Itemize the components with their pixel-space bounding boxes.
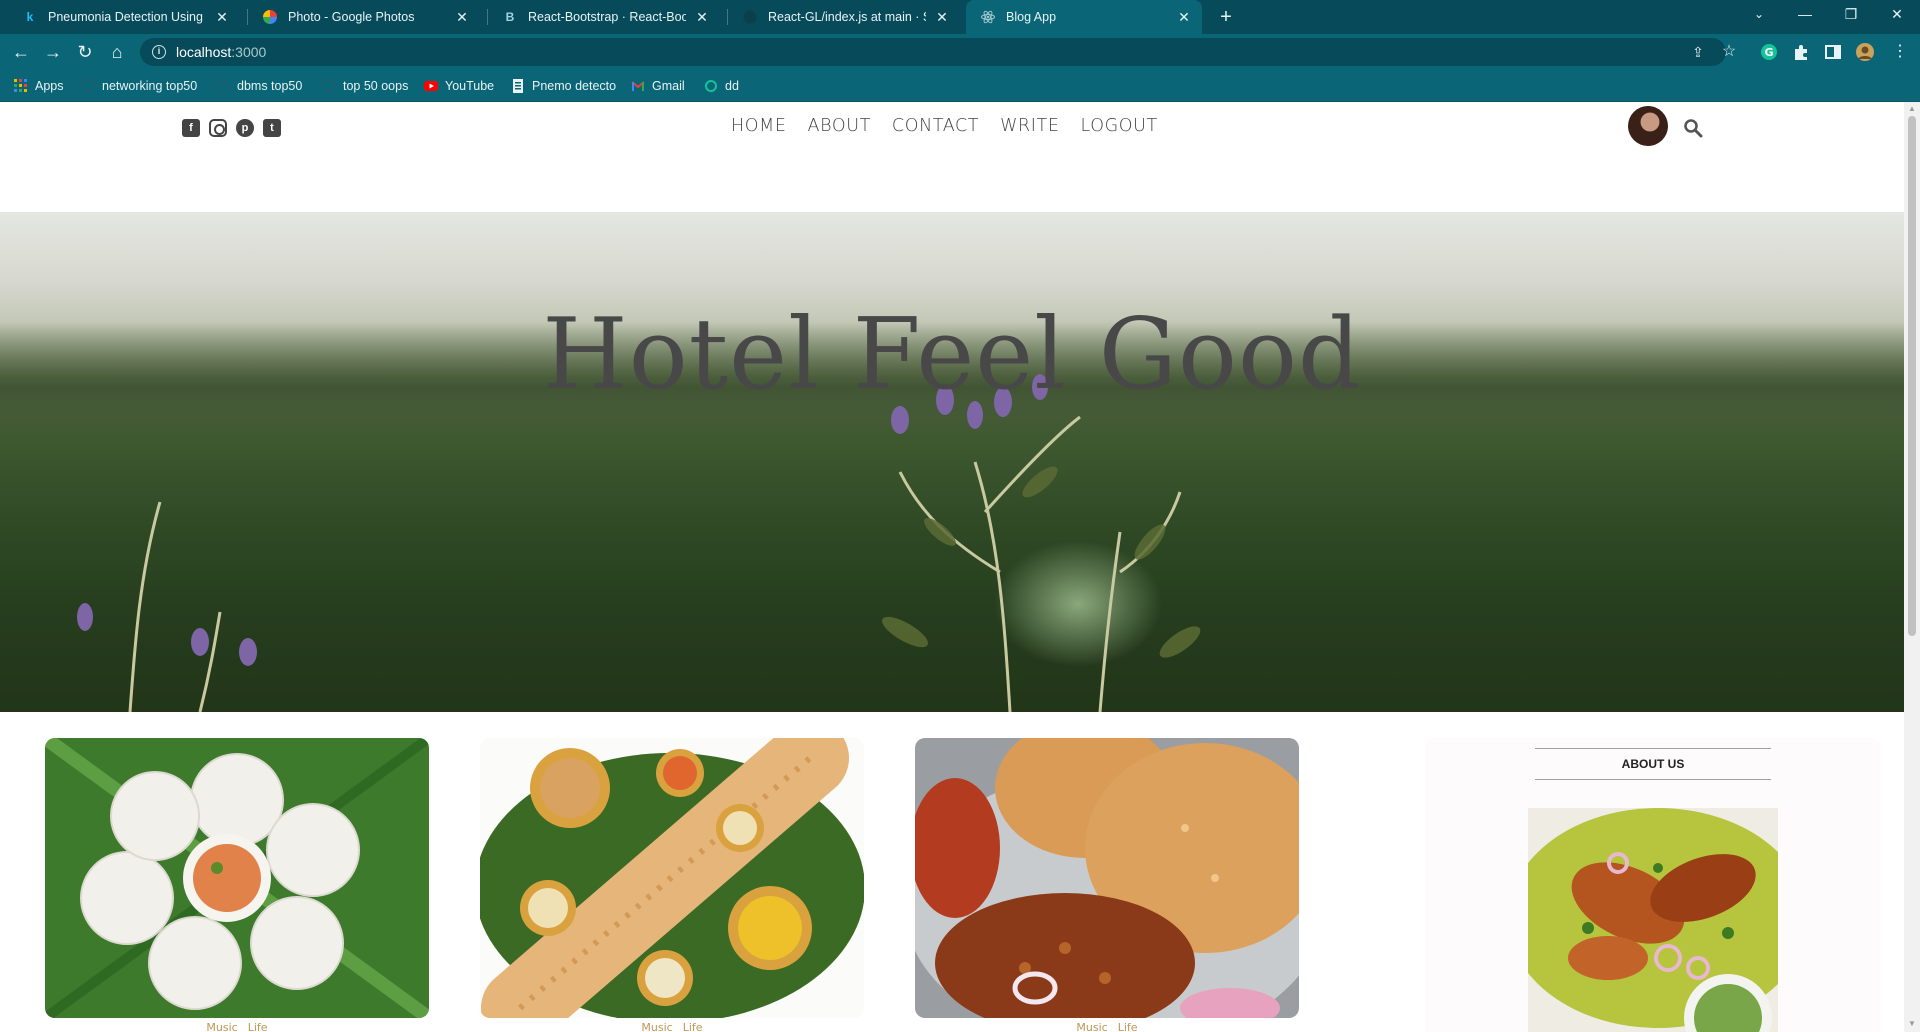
bookmark-dbms-top50[interactable]: dbms top50 bbox=[216, 78, 302, 94]
react-bootstrap-icon: B bbox=[505, 10, 515, 24]
reload-icon[interactable]: ↻ bbox=[73, 40, 97, 64]
extensions-puzzle-icon[interactable] bbox=[1792, 43, 1810, 61]
page-scrollbar[interactable]: ▲ ▼ bbox=[1904, 102, 1920, 1032]
bookmark-top-50-oops[interactable]: top 50 oops bbox=[322, 78, 408, 94]
document-icon bbox=[513, 79, 523, 93]
tab-react-bootstrap[interactable]: B React-Bootstrap · React-Bootstrap ✕ bbox=[488, 0, 720, 34]
sidebar-about-us: ABOUT US bbox=[1425, 738, 1880, 1032]
site-top-bar: f p t HOME ABOUT CONTACT WRITE LOGOUT bbox=[0, 102, 1904, 212]
twitter-icon[interactable]: t bbox=[263, 119, 281, 137]
category-tag[interactable]: Life bbox=[248, 1021, 268, 1032]
nav-contact-link[interactable]: CONTACT bbox=[892, 116, 979, 136]
address-bar[interactable]: i localhost:3000 bbox=[140, 38, 1726, 66]
blog-page: f p t HOME ABOUT CONTACT WRITE LOGOUT Ho… bbox=[0, 102, 1904, 1032]
tab-search-icon[interactable]: ⌄ bbox=[1736, 0, 1782, 30]
browser-toolbar: ← → ↻ ⌂ i localhost:3000 ⇪ ☆ G ⋮ bbox=[0, 34, 1920, 70]
post-categories: Music Life bbox=[480, 1021, 864, 1032]
globe-icon bbox=[216, 79, 230, 93]
back-icon[interactable]: ← bbox=[9, 40, 33, 64]
bookmark-gmail[interactable]: Gmail bbox=[631, 78, 685, 94]
forward-icon[interactable]: → bbox=[41, 40, 65, 64]
globe-icon bbox=[322, 79, 336, 93]
social-links: f p t bbox=[182, 119, 281, 137]
grammarly-extension-icon[interactable]: G bbox=[1760, 43, 1778, 61]
instagram-icon[interactable] bbox=[209, 119, 227, 137]
tab-blog-app[interactable]: Blog App ✕ bbox=[966, 0, 1202, 34]
close-tab-icon[interactable]: ✕ bbox=[1176, 9, 1192, 25]
gmail-icon bbox=[631, 81, 645, 91]
site-info-icon[interactable]: i bbox=[152, 45, 166, 59]
youtube-icon bbox=[424, 81, 438, 91]
search-icon[interactable] bbox=[1683, 118, 1703, 138]
category-tag[interactable]: Life bbox=[1118, 1021, 1138, 1032]
bookmark-dd[interactable]: dd bbox=[704, 78, 739, 94]
home-icon[interactable]: ⌂ bbox=[105, 40, 129, 64]
post-card[interactable]: Music Life bbox=[45, 738, 429, 1032]
close-tab-icon[interactable]: ✕ bbox=[934, 9, 950, 25]
site-nav: HOME ABOUT CONTACT WRITE LOGOUT bbox=[731, 116, 1158, 136]
google-photos-icon bbox=[262, 9, 278, 25]
share-icon[interactable]: ⇪ bbox=[1686, 40, 1710, 64]
new-tab-icon[interactable]: + bbox=[1214, 5, 1238, 29]
hero-title: Hotel Feel Good bbox=[542, 298, 1362, 412]
svg-text:G: G bbox=[1764, 46, 1773, 59]
post-image[interactable] bbox=[45, 738, 429, 1018]
posts-section: Music Life Music Life Music Life ABOUT U… bbox=[0, 712, 1904, 1032]
hero-flower-image bbox=[77, 374, 1201, 712]
menu-dots-icon[interactable]: ⋮ bbox=[1888, 40, 1912, 64]
post-categories: Music Life bbox=[915, 1021, 1299, 1032]
close-window-icon[interactable]: ✕ bbox=[1874, 0, 1920, 30]
minimize-icon[interactable]: — bbox=[1782, 0, 1828, 30]
scroll-down-icon[interactable]: ▼ bbox=[1908, 1020, 1916, 1028]
browser-tab-strip: k Pneumonia Detection Using Fast ✕ Photo… bbox=[0, 0, 1920, 34]
restore-icon[interactable]: ❐ bbox=[1828, 0, 1874, 30]
react-icon bbox=[980, 9, 996, 25]
category-tag[interactable]: Music bbox=[206, 1021, 237, 1032]
tab-github[interactable]: React-GL/index.js at main · Sache ✕ bbox=[728, 0, 960, 34]
scroll-up-icon[interactable]: ▲ bbox=[1908, 105, 1916, 113]
profile-avatar-icon[interactable] bbox=[1856, 43, 1874, 61]
close-tab-icon[interactable]: ✕ bbox=[694, 9, 710, 25]
category-tag[interactable]: Music bbox=[641, 1021, 672, 1032]
bookmark-youtube[interactable]: YouTube bbox=[424, 78, 494, 94]
close-tab-icon[interactable]: ✕ bbox=[214, 9, 230, 25]
bookmark-pnemo-detecto[interactable]: Pnemo detecto bbox=[511, 78, 616, 94]
bookmark-star-icon[interactable]: ☆ bbox=[1717, 40, 1741, 64]
post-card[interactable]: Music Life bbox=[480, 738, 864, 1032]
sidebar-title: ABOUT US bbox=[1535, 748, 1771, 780]
hero-banner: Hotel Feel Good bbox=[0, 212, 1904, 712]
pinterest-icon[interactable]: p bbox=[236, 119, 254, 137]
bookmarks-bar: Apps networking top50 dbms top50 top 50 … bbox=[0, 70, 1920, 102]
nav-logout-link[interactable]: LOGOUT bbox=[1080, 116, 1157, 136]
tab-pneumonia[interactable]: k Pneumonia Detection Using Fast ✕ bbox=[8, 0, 240, 34]
nav-about-link[interactable]: ABOUT bbox=[808, 116, 871, 136]
post-card[interactable]: Music Life bbox=[915, 738, 1299, 1032]
side-panel-icon[interactable] bbox=[1824, 43, 1842, 61]
tab-google-photos[interactable]: Photo - Google Photos ✕ bbox=[248, 0, 480, 34]
bookmark-apps[interactable]: Apps bbox=[14, 78, 64, 94]
close-tab-icon[interactable]: ✕ bbox=[454, 9, 470, 25]
globe-icon bbox=[81, 79, 95, 93]
sidebar-image bbox=[1528, 808, 1778, 1032]
post-image[interactable] bbox=[480, 738, 864, 1018]
category-tag[interactable]: Life bbox=[683, 1021, 703, 1032]
kaggle-icon: k bbox=[26, 10, 34, 24]
scrollbar-thumb[interactable] bbox=[1908, 116, 1916, 636]
apps-grid-icon bbox=[14, 79, 27, 92]
nav-write-link[interactable]: WRITE bbox=[1000, 116, 1059, 136]
facebook-icon[interactable]: f bbox=[182, 119, 200, 137]
user-avatar[interactable] bbox=[1628, 106, 1668, 146]
post-image[interactable] bbox=[915, 738, 1299, 1018]
bookmark-networking-top50[interactable]: networking top50 bbox=[81, 78, 197, 94]
nav-home-link[interactable]: HOME bbox=[731, 116, 787, 136]
github-icon bbox=[742, 9, 758, 25]
category-tag[interactable]: Music bbox=[1076, 1021, 1107, 1032]
post-categories: Music Life bbox=[45, 1021, 429, 1032]
grammarly-icon bbox=[705, 80, 717, 92]
